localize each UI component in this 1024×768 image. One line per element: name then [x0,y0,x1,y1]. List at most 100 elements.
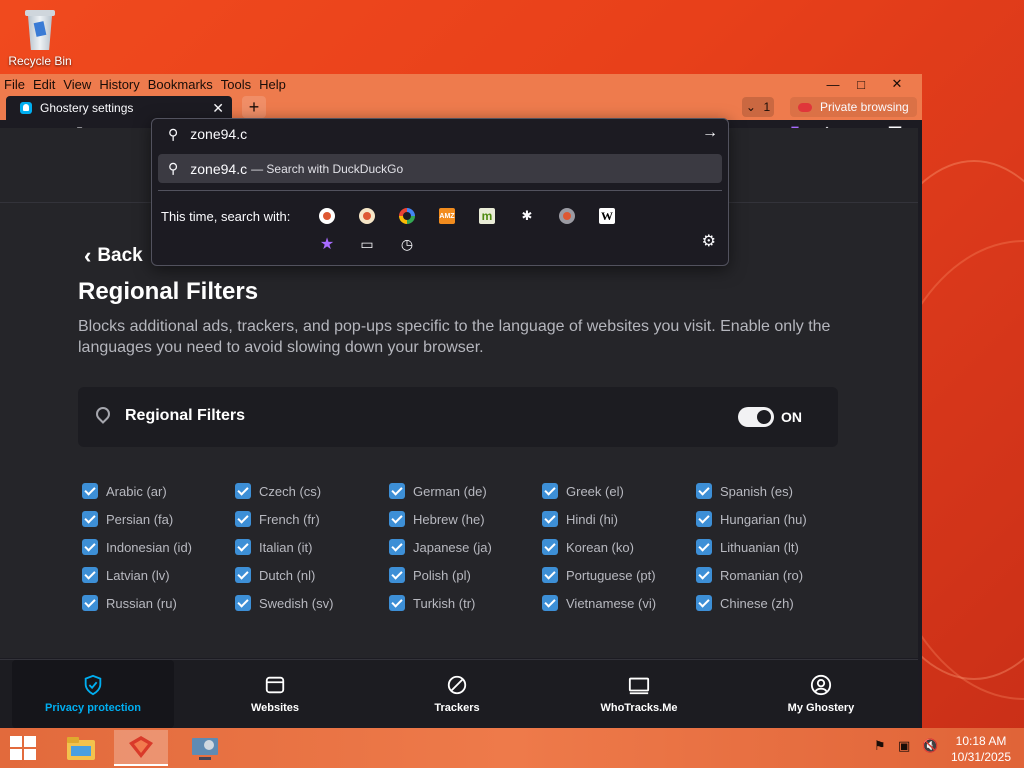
clock[interactable]: 10:18 AM 10/31/2025 [946,733,1016,765]
language-checkbox-item[interactable]: Lithuanian (lt) [696,537,799,557]
firefox-private-button[interactable] [114,730,168,766]
window-icon [265,676,285,694]
wikipedia-engine-icon[interactable]: W [599,208,615,224]
language-checkbox-item[interactable]: Greek (el) [542,481,624,501]
checkbox-checked-icon[interactable] [82,483,98,499]
checkbox-checked-icon[interactable] [696,483,712,499]
startpage-engine-icon[interactable] [559,208,575,224]
menu-edit[interactable]: Edit [29,77,59,92]
menu-bookmarks[interactable]: Bookmarks [144,77,217,92]
checkbox-checked-icon[interactable] [696,511,712,527]
checkbox-checked-icon[interactable] [235,483,251,499]
language-checkbox-item[interactable]: Swedish (sv) [235,593,333,613]
bookmarks-star-icon[interactable]: ★ [319,236,335,253]
language-checkbox-item[interactable]: Chinese (zh) [696,593,794,613]
checkbox-checked-icon[interactable] [542,511,558,527]
language-checkbox-item[interactable]: Latvian (lv) [82,565,170,585]
duckduckgo-alt-engine-icon[interactable] [359,208,375,224]
language-checkbox-item[interactable]: Korean (ko) [542,537,634,557]
new-tab-button[interactable]: + [242,96,266,118]
checkbox-checked-icon[interactable] [235,567,251,583]
checkbox-checked-icon[interactable] [235,511,251,527]
checkbox-checked-icon[interactable] [235,595,251,611]
checkbox-checked-icon[interactable] [542,539,558,555]
checkbox-checked-icon[interactable] [389,567,405,583]
nav-whotracksme[interactable]: WhoTracks.Me [580,660,698,728]
start-button[interactable] [10,736,38,760]
network-icon[interactable]: ▣ [898,738,910,754]
url-input[interactable] [190,126,671,142]
language-checkbox-item[interactable]: Turkish (tr) [389,593,475,613]
language-checkbox-item[interactable]: Indonesian (id) [82,537,192,557]
tabs-icon[interactable]: ▭ [359,236,375,252]
checkbox-checked-icon[interactable] [82,539,98,555]
checkbox-checked-icon[interactable] [696,595,712,611]
checkbox-checked-icon[interactable] [235,539,251,555]
nav-websites[interactable]: Websites [220,660,330,728]
google-engine-icon[interactable] [399,208,415,224]
amazon-engine-icon[interactable]: AMZ [439,208,455,224]
language-checkbox-item[interactable]: Polish (pl) [389,565,471,585]
language-checkbox-item[interactable]: Vietnamese (vi) [542,593,656,613]
checkbox-checked-icon[interactable] [389,539,405,555]
duckduckgo-engine-icon[interactable] [319,208,335,224]
language-checkbox-item[interactable]: Italian (it) [235,537,312,557]
checkbox-checked-icon[interactable] [696,539,712,555]
nav-my-ghostery[interactable]: My Ghostery [766,660,876,728]
language-checkbox-item[interactable]: French (fr) [235,509,320,529]
close-window-button[interactable]: ✕ [882,74,912,94]
nav-trackers[interactable]: Trackers [402,660,512,728]
menu-view[interactable]: View [59,77,95,92]
language-checkbox-item[interactable]: Arabic (ar) [82,481,167,501]
language-checkbox-item[interactable]: Portuguese (pt) [542,565,656,585]
flag-icon[interactable]: ⚑ [874,738,886,754]
gear-icon[interactable]: ⚙ [702,231,716,251]
menu-file[interactable]: File [0,77,29,92]
checkbox-checked-icon[interactable] [542,483,558,499]
volume-muted-icon[interactable]: 🔇 [922,738,938,754]
checkbox-checked-icon[interactable] [696,567,712,583]
language-checkbox-item[interactable]: Hindi (hi) [542,509,618,529]
minimize-button[interactable]: — [818,74,848,94]
metacrawler-engine-icon[interactable]: m [479,208,495,224]
bug-engine-icon[interactable]: ✱ [519,208,535,224]
language-checkbox-item[interactable]: German (de) [389,481,487,501]
control-panel-button[interactable] [178,730,232,766]
checkbox-checked-icon[interactable] [82,511,98,527]
list-tabs-button[interactable]: ⌄ 1 [742,97,774,117]
recycle-bin[interactable]: Recycle Bin [8,4,72,68]
checkbox-checked-icon[interactable] [389,511,405,527]
language-checkbox-item[interactable]: Hebrew (he) [389,509,485,529]
back-button[interactable]: ‹ Back [84,243,143,269]
language-checkbox-item[interactable]: Japanese (ja) [389,537,492,557]
checkbox-checked-icon[interactable] [389,595,405,611]
maximize-button[interactable]: □ [846,74,876,94]
menu-history[interactable]: History [95,77,143,92]
page-description: Blocks additional ads, trackers, and pop… [78,318,831,356]
nav-label: Privacy protection [45,702,141,714]
language-checkbox-item[interactable]: Russian (ru) [82,593,177,613]
search-with-label: This time, search with: [161,209,291,224]
menu-help[interactable]: Help [255,77,290,92]
language-checkbox-item[interactable]: Hungarian (hu) [696,509,807,529]
language-checkbox-item[interactable]: Persian (fa) [82,509,173,529]
checkbox-checked-icon[interactable] [389,483,405,499]
tab-ghostery-settings[interactable]: Ghostery settings ✕ [6,96,232,120]
checkbox-checked-icon[interactable] [82,595,98,611]
go-arrow-icon[interactable]: → [702,124,718,142]
regional-filters-toggle[interactable] [738,407,774,427]
checkbox-checked-icon[interactable] [542,567,558,583]
checkbox-checked-icon[interactable] [542,595,558,611]
nav-privacy-protection[interactable]: Privacy protection [12,660,174,728]
checkbox-checked-icon[interactable] [82,567,98,583]
language-checkbox-item[interactable]: Dutch (nl) [235,565,315,585]
language-checkbox-item[interactable]: Czech (cs) [235,481,321,501]
menu-tools[interactable]: Tools [217,77,255,92]
language-checkbox-item[interactable]: Spanish (es) [696,481,793,501]
tab-title: Ghostery settings [40,101,134,115]
search-suggestion[interactable]: ⚲ zone94.c — Search with DuckDuckGo [158,154,722,183]
history-clock-icon[interactable]: ◷ [399,236,415,252]
file-explorer-button[interactable] [54,730,108,766]
close-tab-icon[interactable]: ✕ [212,100,224,117]
language-checkbox-item[interactable]: Romanian (ro) [696,565,803,585]
